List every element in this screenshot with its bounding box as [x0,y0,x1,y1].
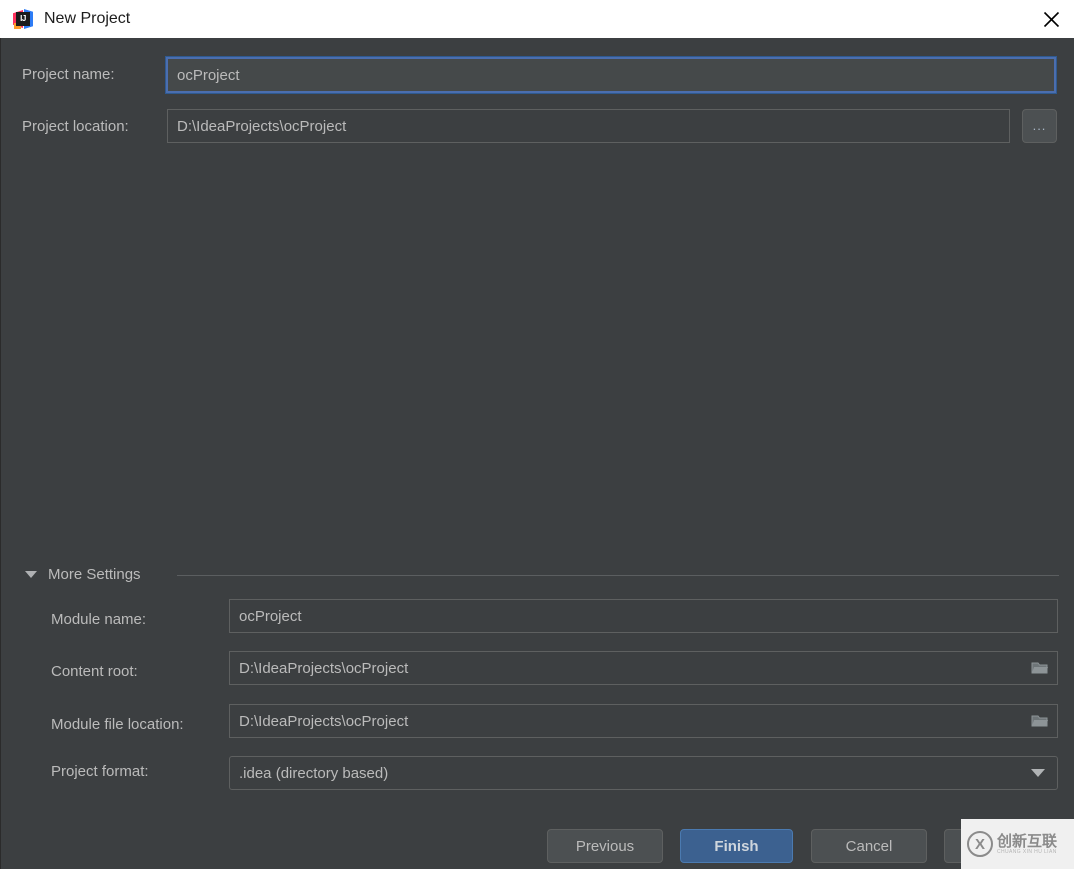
project-format-select[interactable]: .idea (directory based) [229,756,1058,790]
project-format-chevron-down-icon[interactable] [1023,756,1053,790]
project-name-input[interactable]: ocProject [165,56,1057,94]
more-settings-separator [177,575,1059,576]
title-bar: IJ New Project [0,0,1074,38]
cancel-button[interactable]: Cancel [811,829,927,863]
content-root-label: Content root: [51,663,138,680]
module-name-input[interactable]: ocProject [229,599,1058,633]
content-root-folder-icon[interactable] [1025,651,1055,685]
watermark-chinese-text: 创新互联 [997,831,1058,850]
project-name-label: Project name: [22,66,115,83]
more-settings-label: More Settings [48,566,141,583]
project-location-label: Project location: [22,118,129,135]
watermark-logo: X 创新互联 CHUANG XIN HU LIAN [961,819,1074,869]
previous-button[interactable]: Previous [547,829,663,863]
project-format-label: Project format: [51,763,149,780]
new-project-dialog: IJ New Project Project name: ocProject P… [0,0,1074,869]
intellij-idea-icon: IJ [13,9,33,29]
module-file-location-folder-icon[interactable] [1025,704,1055,738]
close-icon[interactable] [1028,0,1074,38]
watermark-x-icon: X [967,831,993,857]
app-icon-label: IJ [20,14,26,23]
ellipsis-icon: ... [1032,118,1047,133]
module-name-label: Module name: [51,611,147,628]
dialog-content: Project name: ocProject Project location… [0,38,1074,869]
watermark-pinyin-text: CHUANG XIN HU LIAN [997,848,1057,855]
content-root-input[interactable]: D:\IdeaProjects\ocProject [229,651,1058,685]
module-file-location-input[interactable]: D:\IdeaProjects\ocProject [229,704,1058,738]
window-title: New Project [44,10,131,27]
project-location-browse-button[interactable]: ... [1022,109,1057,143]
chevron-down-icon [25,571,37,578]
more-settings-toggle[interactable]: More Settings [25,566,141,583]
project-location-input[interactable]: D:\IdeaProjects\ocProject [167,109,1010,143]
finish-button[interactable]: Finish [680,829,793,863]
module-file-location-label: Module file location: [51,716,184,733]
